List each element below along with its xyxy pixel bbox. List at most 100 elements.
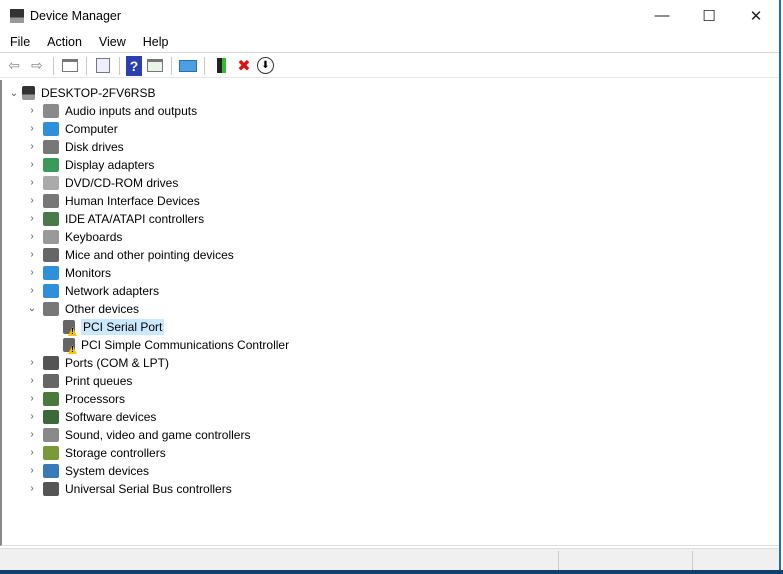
tree-category[interactable]: › Display adapters (2, 156, 154, 174)
device-category-icon (43, 428, 59, 442)
tree-category[interactable]: › Network adapters (2, 282, 159, 300)
menu-action[interactable]: Action (40, 35, 89, 49)
menu-view[interactable]: View (92, 35, 133, 49)
category-label: IDE ATA/ATAPI controllers (65, 212, 205, 226)
tree-category[interactable]: › Software devices (2, 408, 156, 426)
chevron-down-icon[interactable]: ⌄ (8, 88, 20, 99)
tree-category[interactable]: › Storage controllers (2, 444, 166, 462)
device-category-icon (43, 122, 59, 136)
window-title: Device Manager (30, 8, 122, 23)
tree-category[interactable]: › Universal Serial Bus controllers (2, 480, 232, 498)
chevron-right-icon[interactable]: › (26, 177, 38, 188)
chevron-right-icon[interactable]: › (26, 465, 38, 476)
chevron-right-icon[interactable]: › (26, 141, 38, 152)
tree-category[interactable]: › Monitors (2, 264, 111, 282)
chevron-right-icon[interactable]: › (26, 393, 38, 404)
action-pane-button[interactable] (145, 56, 165, 76)
update-driver-button[interactable] (211, 56, 231, 76)
menu-help[interactable]: Help (136, 35, 176, 49)
chevron-down-icon[interactable]: ⌄ (26, 303, 38, 314)
menu-file[interactable]: File (3, 35, 37, 49)
device-manager-window: Device Manager — ☐ ✕ File Action View He… (0, 0, 781, 570)
tree-category[interactable]: › DVD/CD-ROM drives (2, 174, 178, 192)
warning-device-icon (63, 320, 75, 334)
tree-category[interactable]: › Disk drives (2, 138, 124, 156)
tree-root[interactable]: ⌄ DESKTOP-2FV6RSB (2, 84, 155, 102)
chevron-right-icon[interactable]: › (26, 195, 38, 206)
chevron-right-icon[interactable]: › (26, 429, 38, 440)
category-label: Audio inputs and outputs (65, 104, 198, 118)
computer-root-icon (22, 86, 35, 100)
device-label: PCI Serial Port (81, 319, 165, 335)
tree-category[interactable]: › Keyboards (2, 228, 122, 246)
tree-category[interactable]: › Sound, video and game controllers (2, 426, 250, 444)
tree-category[interactable]: › System devices (2, 462, 149, 480)
chevron-right-icon[interactable]: › (26, 249, 38, 260)
device-category-icon (43, 158, 59, 172)
device-label: PCI Simple Communications Controller (81, 338, 290, 352)
show-hide-console-tree-button[interactable] (60, 56, 80, 76)
device-category-icon (43, 482, 59, 496)
device-category-icon (43, 374, 59, 388)
category-label: Network adapters (65, 284, 160, 298)
device-category-icon (43, 140, 59, 154)
chevron-right-icon[interactable]: › (26, 375, 38, 386)
category-label: Disk drives (65, 140, 124, 154)
device-tree[interactable]: ⌄ DESKTOP-2FV6RSB › Audio inputs and out… (0, 80, 779, 546)
category-label: Mice and other pointing devices (65, 248, 234, 262)
status-pane (692, 551, 693, 570)
chevron-right-icon[interactable]: › (26, 231, 38, 242)
chevron-right-icon[interactable]: › (26, 123, 38, 134)
category-label: Ports (COM & LPT) (65, 356, 170, 370)
category-label: Software devices (65, 410, 157, 424)
toolbar-separator (119, 56, 120, 75)
category-label: Computer (65, 122, 118, 136)
tree-device[interactable]: PCI Serial Port (2, 318, 165, 336)
properties-button[interactable] (93, 56, 113, 76)
close-button[interactable]: ✕ (733, 0, 779, 31)
maximize-button[interactable]: ☐ (686, 0, 732, 31)
tree-category[interactable]: › Print queues (2, 372, 132, 390)
device-category-icon (43, 284, 59, 298)
tree-category[interactable]: › IDE ATA/ATAPI controllers (2, 210, 204, 228)
chevron-right-icon[interactable]: › (26, 411, 38, 422)
help-button[interactable]: ? (126, 55, 142, 76)
device-manager-icon (10, 8, 24, 23)
device-category-icon (43, 212, 59, 226)
chevron-right-icon[interactable]: › (26, 447, 38, 458)
chevron-right-icon[interactable]: › (26, 357, 38, 368)
device-category-icon (43, 230, 59, 244)
chevron-right-icon[interactable]: › (26, 483, 38, 494)
device-category-icon (43, 356, 59, 370)
tree-category[interactable]: › Mice and other pointing devices (2, 246, 234, 264)
chevron-right-icon[interactable]: › (26, 159, 38, 170)
toolbar-separator (171, 56, 172, 75)
device-category-icon (43, 248, 59, 262)
tree-category[interactable]: › Audio inputs and outputs (2, 102, 197, 120)
uninstall-device-button[interactable]: ✖ (234, 56, 254, 76)
toolbar: ⇦ ⇨ ? ✖ ⬇ (0, 54, 779, 78)
chevron-right-icon[interactable]: › (26, 267, 38, 278)
tree-category[interactable]: › Processors (2, 390, 125, 408)
tree-category[interactable]: › Ports (COM & LPT) (2, 354, 169, 372)
tree-category[interactable]: ⌄ Other devices (2, 300, 139, 318)
scan-hardware-button[interactable] (178, 56, 198, 76)
tree-device[interactable]: PCI Simple Communications Controller (2, 336, 289, 354)
status-pane (558, 551, 559, 570)
category-label: Display adapters (65, 158, 155, 172)
forward-button[interactable]: ⇨ (27, 56, 47, 76)
chevron-right-icon[interactable]: › (26, 285, 38, 296)
menu-bar: File Action View Help (0, 31, 779, 53)
device-category-icon (43, 176, 59, 190)
back-button[interactable]: ⇦ (4, 56, 24, 76)
device-category-icon (43, 104, 59, 118)
chevron-right-icon[interactable]: › (26, 213, 38, 224)
chevron-right-icon[interactable]: › (26, 105, 38, 116)
title-bar: Device Manager — ☐ ✕ (0, 0, 779, 31)
download-driver-button[interactable]: ⬇ (257, 57, 274, 74)
minimize-button[interactable]: — (639, 0, 685, 31)
tree-category[interactable]: › Human Interface Devices (2, 192, 200, 210)
tree-category[interactable]: › Computer (2, 120, 118, 138)
category-label: Storage controllers (65, 446, 166, 460)
category-label: Other devices (65, 302, 140, 316)
